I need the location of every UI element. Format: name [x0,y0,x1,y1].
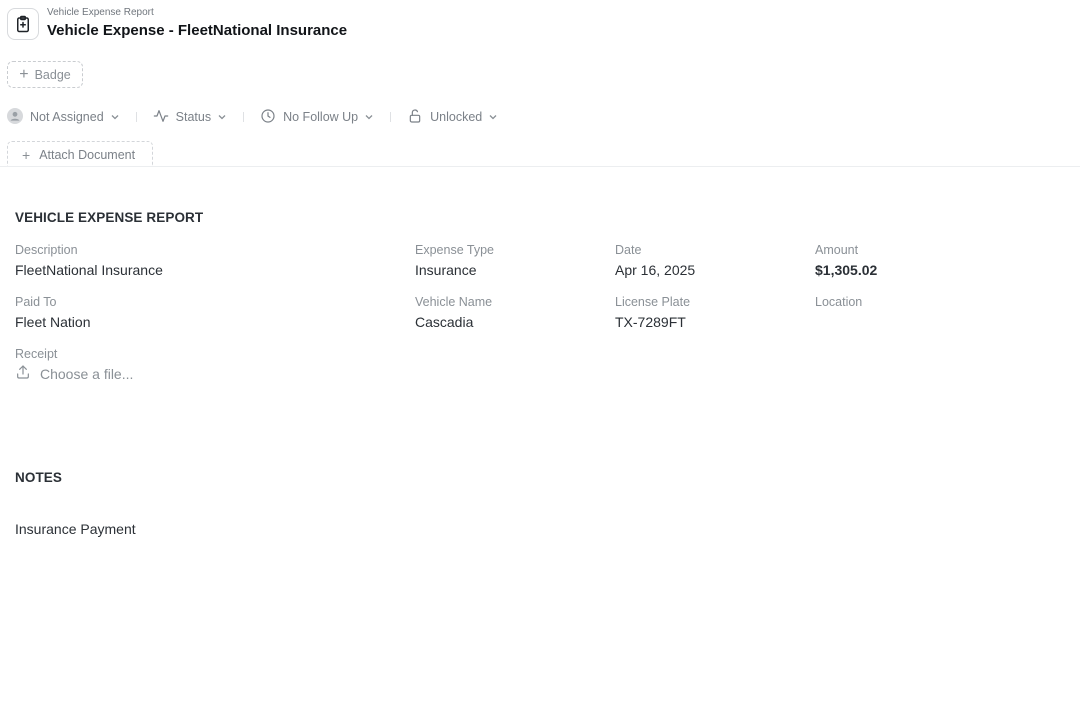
toolbar-divider [135,112,137,122]
unlock-icon [407,108,423,127]
chevron-down-icon [110,112,120,122]
chevron-down-icon [217,112,227,122]
receipt-placeholder: Choose a file... [40,365,134,382]
record-toolbar: Not Assigned Status No Follow Up Unlocke… [7,107,498,127]
amount-field: Amount $1,305.02 [815,243,877,279]
follow-up-label: No Follow Up [283,110,359,124]
paid-to-field: Paid To Fleet Nation [15,295,90,331]
paid-to-label: Paid To [15,295,57,309]
lock-dropdown[interactable]: Unlocked [407,108,498,127]
add-badge-label: Badge [34,67,71,82]
page-subtitle: Vehicle Expense Report [47,7,154,18]
follow-up-dropdown[interactable]: No Follow Up [260,108,374,127]
expense-type-value[interactable]: Insurance [415,261,494,279]
notes-section-title: NOTES [15,470,63,485]
receipt-field: Receipt [15,347,57,362]
attach-document-label: Attach Document [39,147,136,162]
status-label: Status [175,110,212,124]
amount-label: Amount [815,243,859,257]
vehicle-name-value[interactable]: Cascadia [415,313,492,331]
receipt-label: Receipt [15,347,58,361]
description-label: Description [15,243,78,257]
date-label: Date [615,243,642,257]
description-value[interactable]: FleetNational Insurance [15,261,163,279]
report-section-title: VEHICLE EXPENSE REPORT [15,210,204,225]
location-field: Location [815,295,862,313]
paid-to-value[interactable]: Fleet Nation [15,313,90,331]
toolbar-divider [243,112,245,122]
chevron-down-icon [364,112,374,122]
tab-divider [0,166,1080,167]
clock-icon [260,108,276,127]
assignee-label: Not Assigned [30,110,104,124]
plus-icon: + [22,146,31,163]
user-avatar-icon [7,107,23,127]
attach-document-tab[interactable]: + Attach Document [7,141,153,167]
activity-icon [153,108,169,127]
license-plate-label: License Plate [615,295,691,309]
status-dropdown[interactable]: Status [153,108,227,127]
description-field: Description FleetNational Insurance [15,243,163,279]
date-field: Date Apr 16, 2025 [615,243,695,279]
receipt-file-picker[interactable]: Choose a file... [15,364,133,383]
expense-type-label: Expense Type [415,243,494,257]
amount-value[interactable]: $1,305.02 [815,261,877,279]
license-plate-field: License Plate TX-7289FT [615,295,690,331]
vehicle-name-label: Vehicle Name [415,295,493,309]
upload-icon [15,364,31,383]
chevron-down-icon [488,112,498,122]
add-badge-button[interactable]: + Badge [7,61,83,88]
plus-icon: + [19,65,29,83]
notes-text[interactable]: Insurance Payment [15,521,136,537]
assignee-dropdown[interactable]: Not Assigned [7,107,120,127]
page-header: Vehicle Expense Report Vehicle Expense -… [7,7,347,40]
vehicle-name-field: Vehicle Name Cascadia [415,295,492,331]
toolbar-divider [390,112,392,122]
clipboard-plus-icon[interactable] [7,7,39,40]
lock-label: Unlocked [430,110,483,124]
license-plate-value[interactable]: TX-7289FT [615,313,690,331]
date-value[interactable]: Apr 16, 2025 [615,261,695,279]
location-label: Location [815,295,863,309]
page-title: Vehicle Expense - FleetNational Insuranc… [47,22,348,39]
expense-type-field: Expense Type Insurance [415,243,494,279]
